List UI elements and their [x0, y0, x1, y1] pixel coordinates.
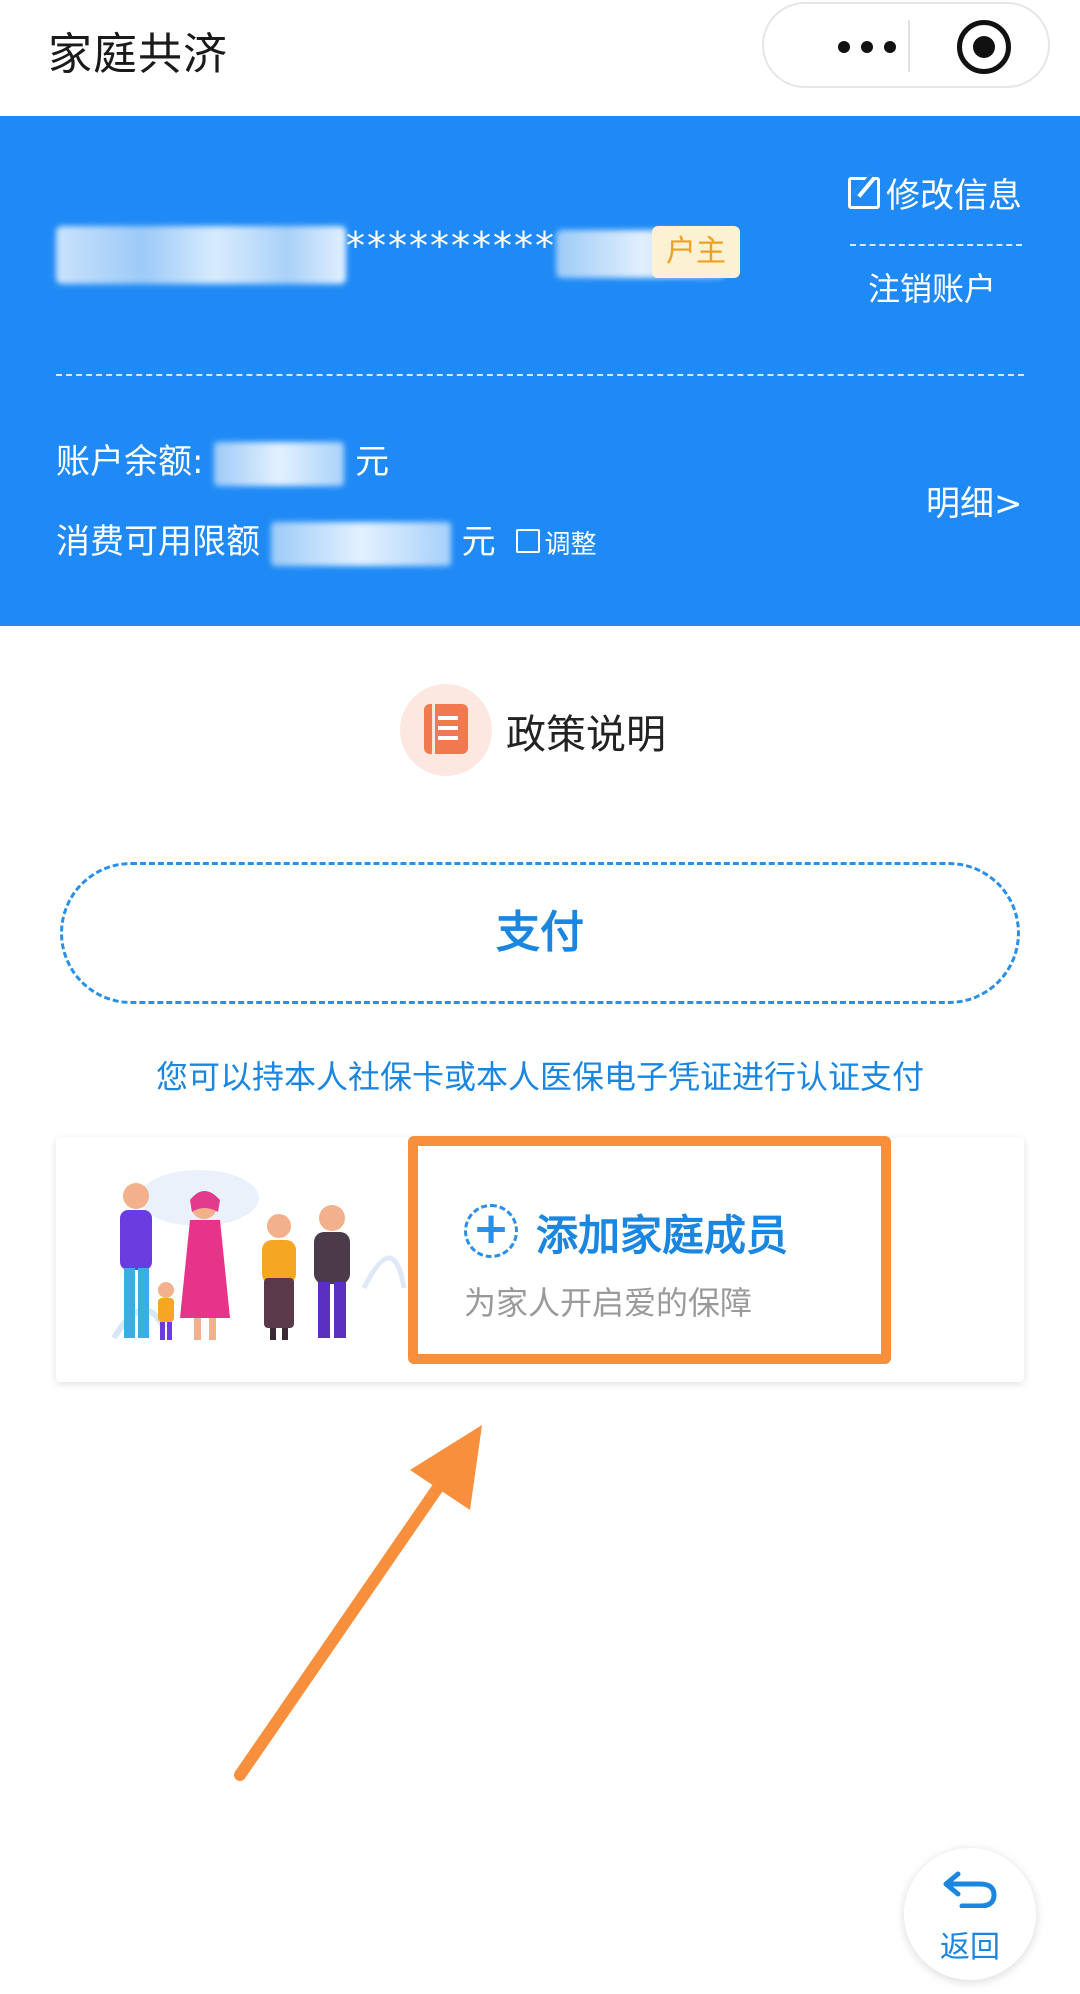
divider: [850, 244, 1022, 246]
adjust-limit-button[interactable]: 调整: [516, 529, 597, 560]
owner-badge: 户主: [652, 226, 740, 278]
limit-unit: 元: [461, 522, 496, 562]
back-button[interactable]: 返回: [904, 1848, 1036, 1980]
divider: [56, 374, 1024, 376]
logout-account-link[interactable]: 注销账户: [868, 264, 996, 310]
balance-label: 账户余额:: [56, 442, 204, 482]
page-title: 家庭共济: [48, 29, 228, 80]
edit-icon: [848, 177, 880, 209]
pay-button[interactable]: 支付: [60, 862, 1020, 1004]
plus-icon: +: [464, 1204, 518, 1258]
edit-info-link[interactable]: 修改信息: [848, 168, 1022, 217]
policy-label: 政策说明: [506, 712, 666, 758]
target-close-icon[interactable]: [957, 20, 1011, 74]
limit-row: 消费可用限额 元 调整: [56, 514, 597, 566]
blurred-balance-value: [214, 441, 345, 486]
pointer-arrow-icon: [234, 1425, 482, 1781]
add-family-card: + 添加家庭成员 为家人开启爱的保障: [56, 1136, 1024, 1382]
capsule-divider: [908, 20, 910, 72]
limit-label: 消费可用限额: [56, 522, 260, 562]
edit-info-label: 修改信息: [886, 176, 1022, 216]
more-dots-icon[interactable]: [812, 26, 922, 66]
masked-id-number: **********: [346, 224, 556, 268]
add-member-title: 添加家庭成员: [536, 1211, 789, 1260]
adjust-label: 调整: [544, 530, 597, 560]
balance-row: 账户余额: 元: [56, 434, 390, 486]
back-label: 返回: [940, 1930, 1000, 1965]
add-member-subtitle: 为家人开启爱的保障: [464, 1284, 753, 1322]
account-card: ********** 户主 修改信息 注销账户 账户余额: 元 消费可用限额 元…: [0, 116, 1080, 626]
back-arrow-icon: [943, 1871, 997, 1908]
top-nav-bar: 家庭共济: [0, 0, 1080, 116]
payment-hint: 您可以持本人社保卡或本人医保电子凭证进行认证支付: [155, 1058, 924, 1096]
balance-unit: 元: [355, 442, 390, 482]
details-link[interactable]: 明细>: [926, 476, 1023, 525]
policy-document-icon: [424, 704, 468, 754]
blurred-limit-value: [270, 521, 451, 566]
mini-program-capsule: [762, 2, 1050, 88]
blurred-name: [56, 226, 346, 284]
family-illustration: [111, 1170, 407, 1340]
edit-icon: [516, 529, 541, 553]
